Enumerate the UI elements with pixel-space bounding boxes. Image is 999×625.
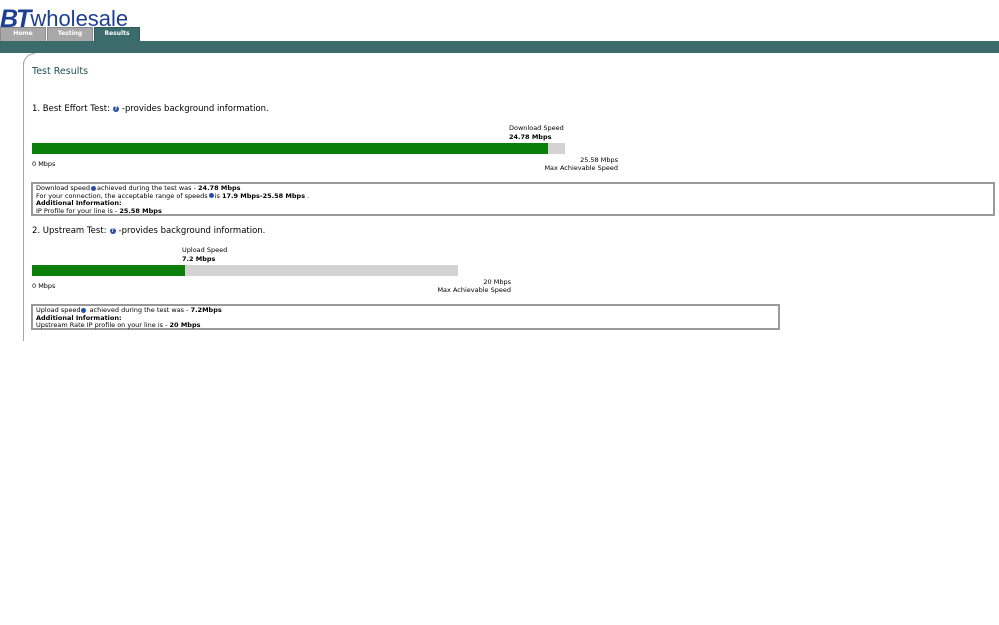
download-info-line-3: Additional Information: — [36, 199, 990, 208]
content-frame-corner — [23, 53, 35, 65]
upstream-heading-suffix: -provides background information. — [118, 226, 266, 236]
best-effort-heading-suffix: -provides background information. — [121, 104, 269, 114]
upload-speed-caption: Upload Speed — [182, 246, 228, 254]
info-value: 25.58 Mbps — [119, 206, 162, 215]
info-text: . — [305, 191, 310, 200]
help-icon[interactable] — [91, 185, 97, 191]
info-value: 20 Mbps — [169, 321, 201, 329]
upload-speed-value: 7.2 Mbps — [182, 255, 216, 263]
upload-info-line-1: Upload speed achieved during the test wa… — [36, 306, 775, 315]
tab-testing[interactable]: Testing — [47, 27, 93, 41]
download-info-box: Download speed achieved during the test w… — [31, 182, 995, 216]
download-max-label: 25.58 Mbps Max Achievable Speed — [518, 156, 618, 172]
nav-tabs: Home Testing Results — [0, 27, 141, 41]
download-max-caption: Max Achievable Speed — [544, 164, 618, 172]
upstream-heading-text: 2. Upstream Test: — [32, 226, 107, 236]
info-text: is — [214, 191, 222, 200]
best-effort-heading: 1. Best Effort Test: ? -provides backgro… — [32, 104, 269, 114]
page-title: Test Results — [32, 66, 89, 77]
download-speed-label: Download Speed 24.78 Mbps — [509, 124, 564, 142]
download-speed-bar — [32, 143, 565, 154]
info-text: IP Profile for your line is - — [36, 206, 120, 215]
download-max-value: 25.58 Mbps — [580, 156, 618, 164]
info-text: Upstream Rate IP profile on your line is… — [36, 321, 170, 329]
help-icon[interactable]: ? — [112, 106, 119, 112]
download-info-line-2: For your connection, the acceptable rang… — [36, 191, 990, 201]
download-speed-bar-fill — [32, 143, 548, 154]
upload-max-caption: Max Achievable Speed — [437, 286, 511, 294]
upload-max-label: 20 Mbps Max Achievable Speed — [411, 278, 511, 294]
upload-speed-bar — [32, 265, 458, 276]
header-bar — [0, 41, 999, 53]
content-frame-border — [23, 62, 24, 341]
tab-home[interactable]: Home — [0, 27, 46, 41]
help-icon[interactable] — [81, 307, 87, 313]
upload-min-label: 0 Mbps — [32, 282, 56, 290]
info-value: 17.9 Mbps-25.58 Mbps — [221, 191, 306, 200]
help-icon[interactable]: ? — [109, 228, 116, 234]
tab-results[interactable]: Results — [94, 27, 140, 41]
download-speed-caption: Download Speed — [509, 124, 564, 132]
info-value: 7.2Mbps — [190, 306, 222, 314]
upload-info-line-3: Upstream Rate IP profile on your line is… — [36, 321, 775, 330]
upload-speed-label: Upload Speed 7.2 Mbps — [182, 246, 227, 264]
upload-max-value: 20 Mbps — [483, 278, 511, 286]
upstream-heading: 2. Upstream Test: ? -provides background… — [32, 226, 265, 236]
upload-speed-bar-fill — [32, 265, 185, 276]
best-effort-heading-text: 1. Best Effort Test: — [32, 104, 110, 114]
download-info-line-4: IP Profile for your line is - 25.58 Mbps — [36, 206, 990, 216]
download-min-label: 0 Mbps — [32, 160, 56, 168]
download-speed-value: 24.78 Mbps — [509, 133, 552, 141]
help-icon[interactable] — [208, 193, 214, 198]
upload-info-box: Upload speed achieved during the test wa… — [31, 304, 780, 330]
